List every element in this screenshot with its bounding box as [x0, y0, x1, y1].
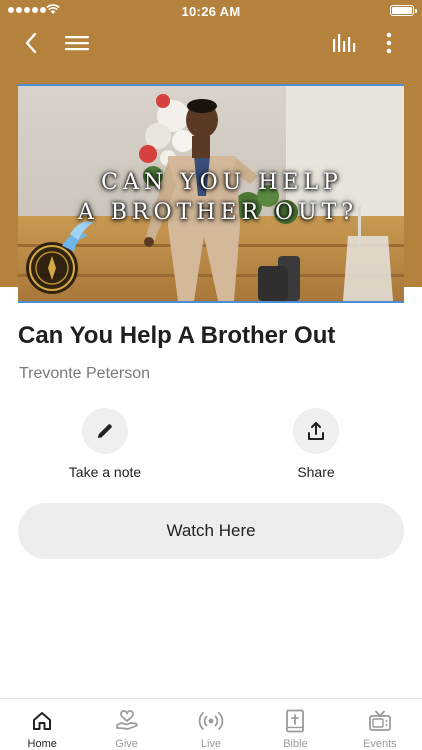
watch-here-button[interactable]: Watch Here — [18, 503, 404, 559]
home-icon — [33, 712, 52, 730]
tab-home-label: Home — [27, 738, 57, 750]
tab-events-label: Events — [363, 738, 397, 750]
status-bar: 10:26 AM — [0, 0, 422, 22]
take-note-button[interactable] — [82, 408, 128, 454]
tab-events[interactable]: Events — [338, 699, 422, 750]
bible-icon — [286, 709, 305, 733]
take-note-label: Take a note — [68, 464, 142, 480]
menu-button[interactable] — [62, 30, 92, 56]
more-options-button[interactable] — [378, 30, 400, 56]
audio-bars-button[interactable] — [330, 30, 358, 56]
pencil-icon — [98, 424, 112, 438]
more-vertical-icon — [386, 32, 392, 54]
tab-bible[interactable]: Bible — [253, 699, 337, 750]
give-icon — [115, 710, 138, 730]
live-icon — [198, 712, 224, 730]
tab-live-label: Live — [200, 738, 222, 750]
share-action[interactable]: Share — [261, 408, 371, 480]
share-label: Share — [297, 464, 335, 480]
tab-give[interactable]: Give — [84, 699, 168, 750]
thumbnail-caption-line1: CAN YOU HELP — [101, 170, 343, 195]
status-time: 10:26 AM — [181, 4, 241, 19]
battery-icon — [390, 5, 417, 16]
sermon-thumbnail[interactable]: CAN YOU HELP A BROTHER OUT? — [18, 84, 404, 303]
tab-bible-label: Bible — [283, 738, 308, 750]
tv-icon — [368, 710, 391, 731]
tab-give-label: Give — [115, 738, 138, 750]
back-button[interactable] — [18, 30, 44, 56]
share-button[interactable] — [293, 408, 339, 454]
sermon-title: Can You Help A Brother Out — [18, 322, 336, 349]
tab-home[interactable]: Home — [0, 699, 84, 750]
take-note-action[interactable]: Take a note — [50, 408, 160, 480]
equalizer-icon — [333, 34, 356, 52]
thumbnail-caption-line2: A BROTHER OUT? — [77, 200, 359, 225]
tab-live[interactable]: Live — [169, 699, 253, 750]
bottom-tab-bar: Home Give Live Bible Events — [0, 698, 422, 750]
share-icon — [308, 422, 324, 440]
hamburger-icon — [65, 36, 89, 51]
chevron-left-icon — [25, 32, 37, 54]
speaker-name: Trevonte Peterson — [19, 365, 151, 382]
